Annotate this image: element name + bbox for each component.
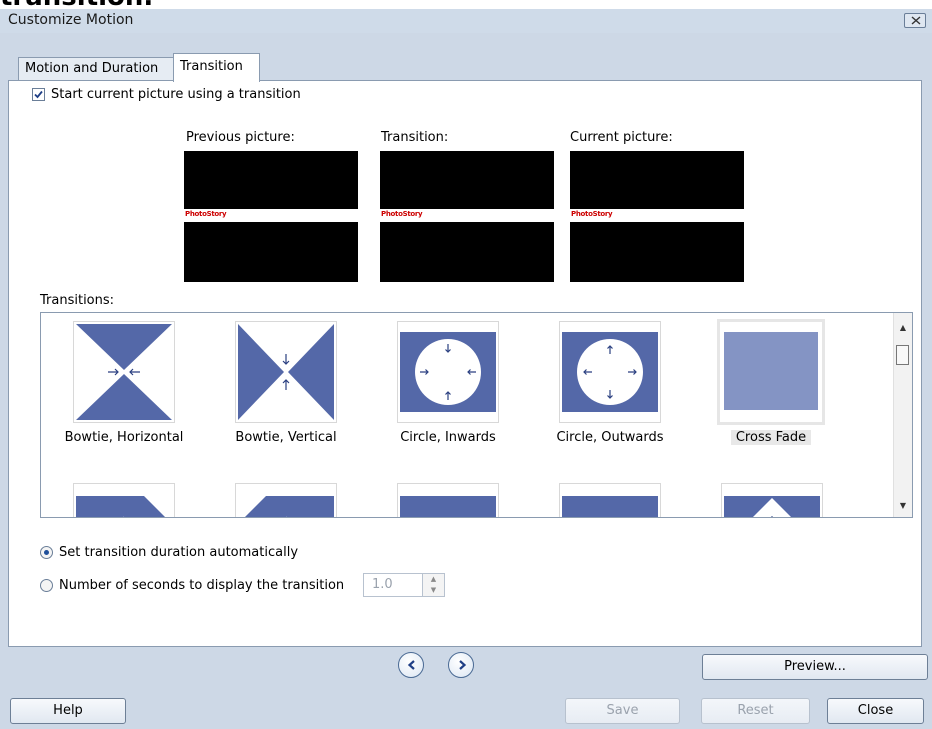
circle-outwards-icon: [562, 332, 658, 412]
transition-thumbnail-partial[interactable]: [73, 483, 175, 517]
spin-down-icon[interactable]: ▼: [423, 585, 444, 596]
transitions-label: Transitions:: [40, 293, 115, 308]
next-arrow-icon: [459, 660, 467, 670]
start-transition-checkbox[interactable]: [32, 88, 45, 101]
transitions-gallery[interactable]: Bowtie, Horizontal Bowtie, Vertical Circ…: [40, 312, 913, 518]
previous-arrow-icon: [407, 660, 415, 670]
reset-button[interactable]: Reset: [701, 698, 810, 724]
auto-duration-radio[interactable]: [40, 546, 53, 559]
current-watermark: PhotoStory: [571, 210, 613, 218]
transition-circle-inwards[interactable]: [397, 321, 499, 423]
manual-duration-radio[interactable]: [40, 579, 53, 592]
wipe-icon: [562, 496, 658, 517]
tab-transition-label: Transition: [180, 59, 243, 74]
preview-button[interactable]: Preview...: [702, 654, 928, 680]
transition-caption: Circle, Outwards: [556, 430, 664, 445]
transition-thumbnail-partial[interactable]: [559, 483, 661, 517]
scroll-down-icon[interactable]: ▼: [894, 497, 912, 514]
close-icon: [911, 16, 921, 25]
transition-bowtie-horizontal[interactable]: [73, 321, 175, 423]
wipe-icon: [400, 496, 496, 517]
transition-thumbnail-partial[interactable]: [235, 483, 337, 517]
manual-duration-label: Number of seconds to display the transit…: [59, 578, 345, 593]
auto-duration-label: Set transition duration automatically: [59, 545, 299, 560]
title-bar: Customize Motion: [0, 9, 932, 33]
transition-bowtie-vertical[interactable]: [235, 321, 337, 423]
gallery-scrollbar[interactable]: ▲ ▼: [893, 313, 912, 517]
transition-preview: PhotoStory: [380, 151, 554, 282]
current-picture-label: Current picture:: [570, 130, 673, 145]
transition-preview-label: Transition:: [381, 130, 449, 145]
seconds-stepper[interactable]: 1.0 ▲ ▼: [363, 573, 445, 597]
scroll-up-icon[interactable]: ▲: [894, 319, 912, 336]
bowtie-vertical-icon: [238, 324, 334, 420]
current-picture-preview: PhotoStory: [570, 151, 744, 282]
transition-caption-selected: Cross Fade: [731, 430, 811, 445]
tab-transition[interactable]: Transition: [173, 53, 260, 82]
circle-inwards-icon: [400, 332, 496, 412]
close-button[interactable]: Close: [827, 698, 924, 724]
previous-watermark: PhotoStory: [185, 210, 227, 218]
transition-thumbnail-partial[interactable]: [397, 483, 499, 517]
start-transition-row[interactable]: Start current picture using a transition: [32, 87, 301, 102]
close-window-button[interactable]: [904, 13, 926, 28]
window-title: Customize Motion: [8, 12, 134, 28]
previous-picture-preview: PhotoStory: [184, 151, 358, 282]
stepper-arrows[interactable]: ▲ ▼: [423, 573, 445, 597]
transition-cross-fade[interactable]: [717, 319, 825, 425]
wipe-diagonal-icon: [76, 496, 165, 517]
wipe-diagonal-icon: [245, 496, 334, 517]
save-button[interactable]: Save: [565, 698, 680, 724]
spin-up-icon[interactable]: ▲: [423, 574, 444, 585]
tab-motion-and-duration-label: Motion and Duration: [25, 61, 159, 76]
transition-thumbnail-partial[interactable]: [721, 483, 823, 517]
seconds-input[interactable]: 1.0: [363, 573, 423, 597]
start-transition-label: Start current picture using a transition: [51, 87, 301, 102]
transition-caption: Circle, Inwards: [400, 430, 496, 445]
cross-fade-icon: [724, 332, 818, 410]
tab-motion-and-duration[interactable]: Motion and Duration: [18, 57, 174, 81]
transition-caption: Bowtie, Horizontal: [64, 430, 184, 445]
previous-picture-label: Previous picture:: [186, 130, 295, 145]
previous-picture-button[interactable]: [398, 652, 424, 678]
diamond-icon: [724, 496, 820, 517]
transition-circle-outwards[interactable]: [559, 321, 661, 423]
scroll-thumb[interactable]: [896, 345, 909, 365]
next-picture-button[interactable]: [448, 652, 474, 678]
checkmark-icon: [34, 90, 43, 99]
bowtie-horizontal-icon: [76, 324, 172, 420]
auto-duration-option[interactable]: Set transition duration automatically: [40, 545, 298, 560]
help-button[interactable]: Help: [10, 698, 126, 724]
manual-duration-option[interactable]: Number of seconds to display the transit…: [40, 578, 344, 593]
transition-watermark: PhotoStory: [381, 210, 423, 218]
transition-caption: Bowtie, Vertical: [235, 430, 337, 445]
